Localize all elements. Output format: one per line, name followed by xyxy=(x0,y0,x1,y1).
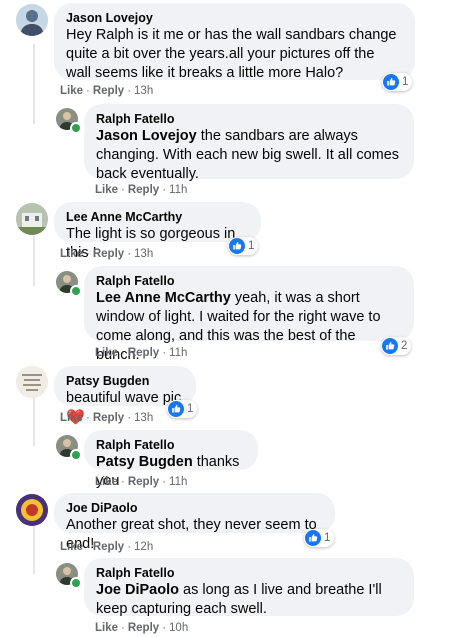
comment-bubble: Ralph Fatello Patsy Bugden thanks you xyxy=(84,430,258,489)
timestamp[interactable]: 11h xyxy=(169,476,187,488)
like-icon xyxy=(229,238,245,254)
comment-text: Jason Lovejoy the sandbars are always ch… xyxy=(96,128,400,182)
reaction-count: 1 xyxy=(402,76,409,88)
timestamp[interactable]: 11h xyxy=(169,184,187,196)
comment-bubble: Lee Anne McCarthy The light is so gorgeo… xyxy=(54,202,261,261)
online-status-dot xyxy=(70,577,82,589)
reply-button[interactable]: Reply xyxy=(128,184,159,196)
comment-bubble: Ralph Fatello Jason Lovejoy the sandbars… xyxy=(84,104,414,182)
thread-line xyxy=(33,524,35,574)
reply-button[interactable]: Reply xyxy=(128,476,159,488)
comment-author[interactable]: Ralph Fatello xyxy=(96,565,402,581)
reaction-count: 1 xyxy=(324,532,331,544)
comment-actions: Like · Reply · 11h xyxy=(95,347,188,359)
reaction-count: 1 xyxy=(248,240,255,252)
comment-author[interactable]: Joe DiPaolo xyxy=(66,500,323,516)
online-status-dot xyxy=(70,285,82,297)
like-icon xyxy=(383,74,399,90)
online-status-dot xyxy=(70,122,82,134)
reaction-badge[interactable]: 1 xyxy=(167,400,198,418)
reply-button[interactable]: Reply xyxy=(128,347,159,359)
comment-author[interactable]: Ralph Fatello xyxy=(96,273,402,289)
comment-actions: Like · Reply · 12h xyxy=(60,541,154,553)
mention-link[interactable]: Lee Anne McCarthy xyxy=(96,290,231,306)
reaction-badge[interactable]: 1 xyxy=(304,529,335,547)
timestamp[interactable]: 10h xyxy=(169,622,188,634)
like-button[interactable]: Like xyxy=(60,412,83,424)
like-icon xyxy=(168,401,184,417)
reaction-badge[interactable]: 1 xyxy=(382,73,413,91)
comment-actions: Like · Reply · 13h xyxy=(60,412,154,424)
reply-button[interactable]: Reply xyxy=(93,85,124,97)
reaction-badge[interactable]: 2 xyxy=(381,337,412,355)
online-status-dot xyxy=(70,449,82,461)
comment-bubble: Ralph Fatello Lee Anne McCarthy yeah, it… xyxy=(84,266,414,363)
reply-button[interactable]: Reply xyxy=(128,622,159,634)
reply-button[interactable]: Reply xyxy=(93,412,124,424)
comment-author[interactable]: Ralph Fatello xyxy=(96,437,246,453)
like-button[interactable]: Like xyxy=(95,476,118,488)
timestamp[interactable]: 13h xyxy=(134,85,153,97)
comment-author[interactable]: Ralph Fatello xyxy=(96,111,402,127)
comment-actions: Like · Reply · 11h xyxy=(95,476,188,488)
comment-actions: Like · Reply · 10h xyxy=(95,622,189,634)
reaction-count: 2 xyxy=(401,340,408,352)
timestamp[interactable]: 13h xyxy=(134,412,153,424)
comment-bubble: Ralph Fatello Joe DiPaolo as long as I l… xyxy=(84,558,414,617)
comment-actions: Like · Reply · 13h xyxy=(60,85,154,97)
mention-link[interactable]: Patsy Bugden xyxy=(96,454,193,470)
like-button[interactable]: Like xyxy=(60,85,83,97)
thread-line xyxy=(33,236,35,286)
avatar[interactable] xyxy=(16,203,48,235)
like-button[interactable]: Like xyxy=(60,541,83,553)
like-button[interactable]: Like xyxy=(95,184,118,196)
comment-text: Joe DiPaolo as long as I live and breath… xyxy=(96,582,382,617)
like-button[interactable]: Like xyxy=(60,248,83,260)
thread-line xyxy=(33,44,35,124)
thread-line xyxy=(33,396,35,446)
reply-button[interactable]: Reply xyxy=(93,541,124,553)
like-icon xyxy=(382,338,398,354)
reaction-badge[interactable]: 1 xyxy=(228,237,259,255)
avatar[interactable] xyxy=(16,366,48,398)
comment-author[interactable]: Lee Anne McCarthy xyxy=(66,209,249,225)
reaction-count: 1 xyxy=(187,403,194,415)
mention-link[interactable]: Joe DiPaolo xyxy=(96,582,179,598)
timestamp[interactable]: 13h xyxy=(134,248,153,260)
like-icon xyxy=(305,530,321,546)
comment-author[interactable]: Jason Lovejoy xyxy=(66,10,403,26)
comment-bubble: Jason Lovejoy Hey Ralph is it me or has … xyxy=(54,3,415,81)
like-button[interactable]: Like xyxy=(95,622,118,634)
comment-text: Hey Ralph is it me or has the wall sandb… xyxy=(66,27,397,81)
timestamp[interactable]: 11h xyxy=(169,347,187,359)
comment-bubble: Joe DiPaolo Another great shot, they nev… xyxy=(54,493,335,552)
avatar[interactable] xyxy=(16,494,48,526)
comment-actions: Like · Reply · 13h xyxy=(60,248,154,260)
mention-link[interactable]: Jason Lovejoy xyxy=(96,128,197,144)
reply-button[interactable]: Reply xyxy=(93,248,124,260)
like-button[interactable]: Like xyxy=(95,347,118,359)
timestamp[interactable]: 12h xyxy=(134,541,153,553)
comment-actions: Like · Reply · 11h xyxy=(95,184,188,196)
avatar[interactable] xyxy=(16,4,48,36)
comment-author[interactable]: Patsy Bugden xyxy=(66,373,184,389)
